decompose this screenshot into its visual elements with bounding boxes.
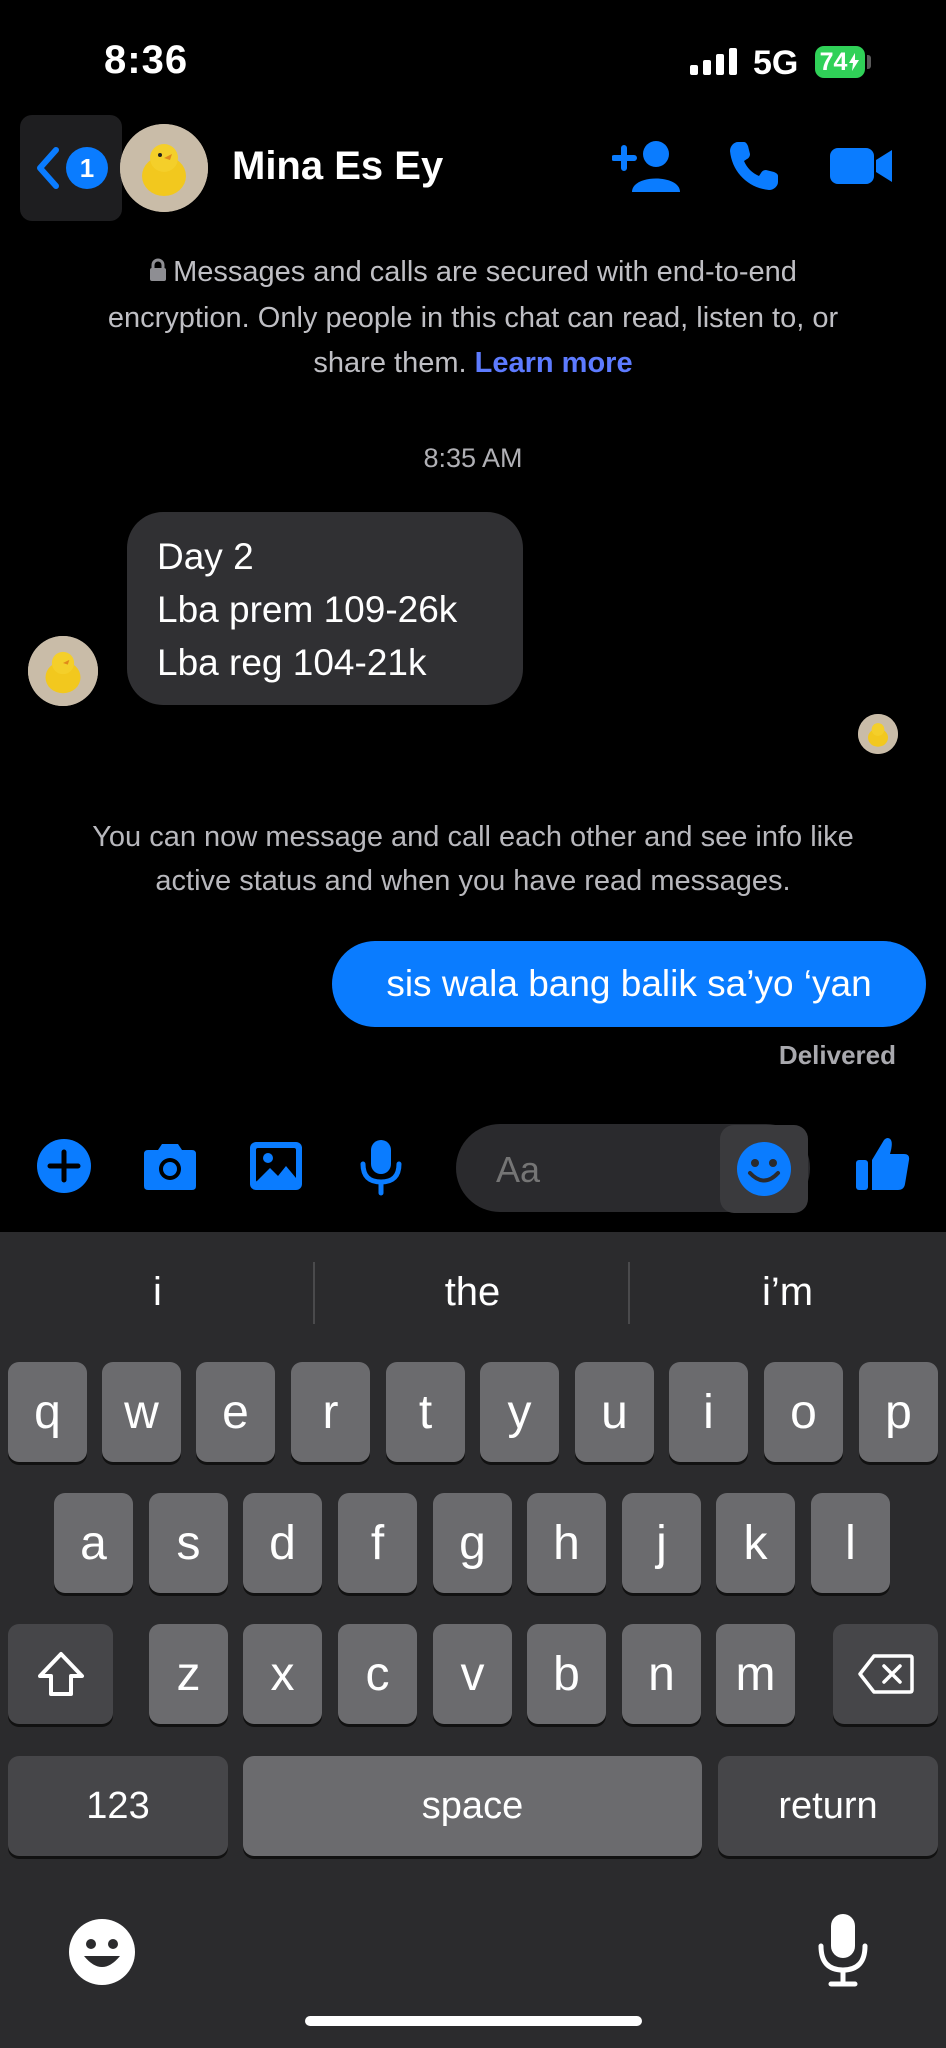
video-call-button[interactable] (828, 138, 894, 199)
like-button[interactable] (852, 1134, 912, 1199)
incoming-message-bubble[interactable]: Day 2 Lba prem 109-26k Lba reg 104-21k (127, 512, 523, 705)
key-c[interactable]: c (338, 1624, 417, 1724)
key-l[interactable]: l (811, 1493, 890, 1593)
space-key[interactable]: space (243, 1756, 702, 1856)
plus-circle-icon (37, 1139, 91, 1193)
key-n[interactable]: n (622, 1624, 701, 1724)
key-b[interactable]: b (527, 1624, 606, 1724)
notice-line-3: share them. (313, 346, 467, 379)
notice-line-2: encryption. Only people in this chat can… (107, 301, 839, 334)
phone-icon (730, 142, 778, 190)
dictation-icon (818, 1914, 868, 1987)
backspace-key[interactable] (833, 1624, 938, 1724)
key-p[interactable]: p (859, 1362, 938, 1462)
suggestion-1[interactable]: i (0, 1270, 315, 1315)
key-t[interactable]: t (386, 1362, 465, 1462)
info-notice: You can now message and call each other … (48, 815, 898, 903)
info-line-1: You can now message and call each other … (92, 821, 854, 853)
encryption-notice: Messages and calls are secured with end-… (48, 250, 898, 386)
outgoing-message-bubble[interactable]: sis wala bang balik sa’yo ‘yan (332, 941, 926, 1027)
battery-icon: 74 (815, 46, 865, 78)
backspace-icon (857, 1654, 914, 1694)
dictation-button[interactable] (816, 1912, 870, 1993)
call-button[interactable] (726, 138, 782, 199)
back-button[interactable]: 1 (20, 115, 122, 221)
suggestion-2[interactable]: the (315, 1270, 630, 1315)
key-x[interactable]: x (243, 1624, 322, 1724)
notice-line-1: Messages and calls are secured with end-… (173, 256, 797, 288)
numbers-key[interactable]: 123 (8, 1756, 228, 1856)
message-timestamp: 8:35 AM (423, 443, 523, 473)
lock-icon (149, 251, 167, 296)
key-i[interactable]: i (669, 1362, 748, 1462)
learn-more-link[interactable]: Learn more (475, 347, 633, 379)
key-g[interactable]: g (433, 1493, 512, 1593)
status-time: 8:36 (104, 38, 189, 82)
key-u[interactable]: u (575, 1362, 654, 1462)
battery-level: 74 (819, 47, 848, 76)
keyboard-emoji-button[interactable] (68, 1918, 136, 1991)
suggestion-3[interactable]: i’m (630, 1270, 945, 1315)
key-s[interactable]: s (149, 1493, 228, 1593)
signal-icon (690, 48, 737, 75)
message-line: Lba reg 104-21k (157, 642, 427, 683)
key-j[interactable]: j (622, 1493, 701, 1593)
message-line: Lba prem 109-26k (157, 589, 458, 630)
key-v[interactable]: v (433, 1624, 512, 1724)
camera-icon (144, 1144, 196, 1190)
contact-avatar[interactable] (120, 124, 208, 212)
camera-button[interactable] (140, 1138, 200, 1199)
microphone-icon (360, 1140, 402, 1196)
key-w[interactable]: w (102, 1362, 181, 1462)
key-k[interactable]: k (716, 1493, 795, 1593)
contact-name[interactable]: Mina Es Ey (232, 144, 443, 189)
shift-icon (37, 1652, 84, 1696)
home-indicator (305, 2016, 642, 2026)
thumbs-up-icon (856, 1138, 910, 1190)
video-camera-icon (830, 148, 892, 184)
return-key[interactable]: return (718, 1756, 938, 1856)
key-f[interactable]: f (338, 1493, 417, 1593)
add-person-icon (611, 141, 680, 192)
sender-avatar[interactable] (28, 636, 98, 706)
key-o[interactable]: o (764, 1362, 843, 1462)
shift-key[interactable] (8, 1624, 113, 1724)
unread-badge: 1 (66, 147, 108, 189)
key-y[interactable]: y (480, 1362, 559, 1462)
message-input[interactable] (494, 1148, 698, 1192)
key-d[interactable]: d (243, 1493, 322, 1593)
photo-icon (250, 1142, 302, 1190)
message-line: Day 2 (157, 536, 254, 577)
key-z[interactable]: z (149, 1624, 228, 1724)
info-line-2: active status and when you have read mes… (155, 865, 791, 897)
key-h[interactable]: h (527, 1493, 606, 1593)
read-receipt-avatar (858, 714, 898, 754)
emoji-icon (737, 1142, 791, 1196)
key-r[interactable]: r (291, 1362, 370, 1462)
gallery-button[interactable] (248, 1138, 304, 1199)
key-q[interactable]: q (8, 1362, 87, 1462)
back-chevron-icon (37, 147, 59, 189)
key-a[interactable]: a (54, 1493, 133, 1593)
more-actions-button[interactable] (36, 1138, 92, 1199)
emoji-button[interactable] (720, 1125, 808, 1213)
network-label: 5G (753, 44, 799, 82)
delivery-status: Delivered (778, 1040, 896, 1070)
keyboard-emoji-icon (69, 1919, 135, 1985)
battery-nub (867, 55, 871, 69)
voice-message-button[interactable] (358, 1138, 404, 1201)
key-m[interactable]: m (716, 1624, 795, 1724)
add-person-button[interactable] (611, 138, 682, 199)
key-e[interactable]: e (196, 1362, 275, 1462)
